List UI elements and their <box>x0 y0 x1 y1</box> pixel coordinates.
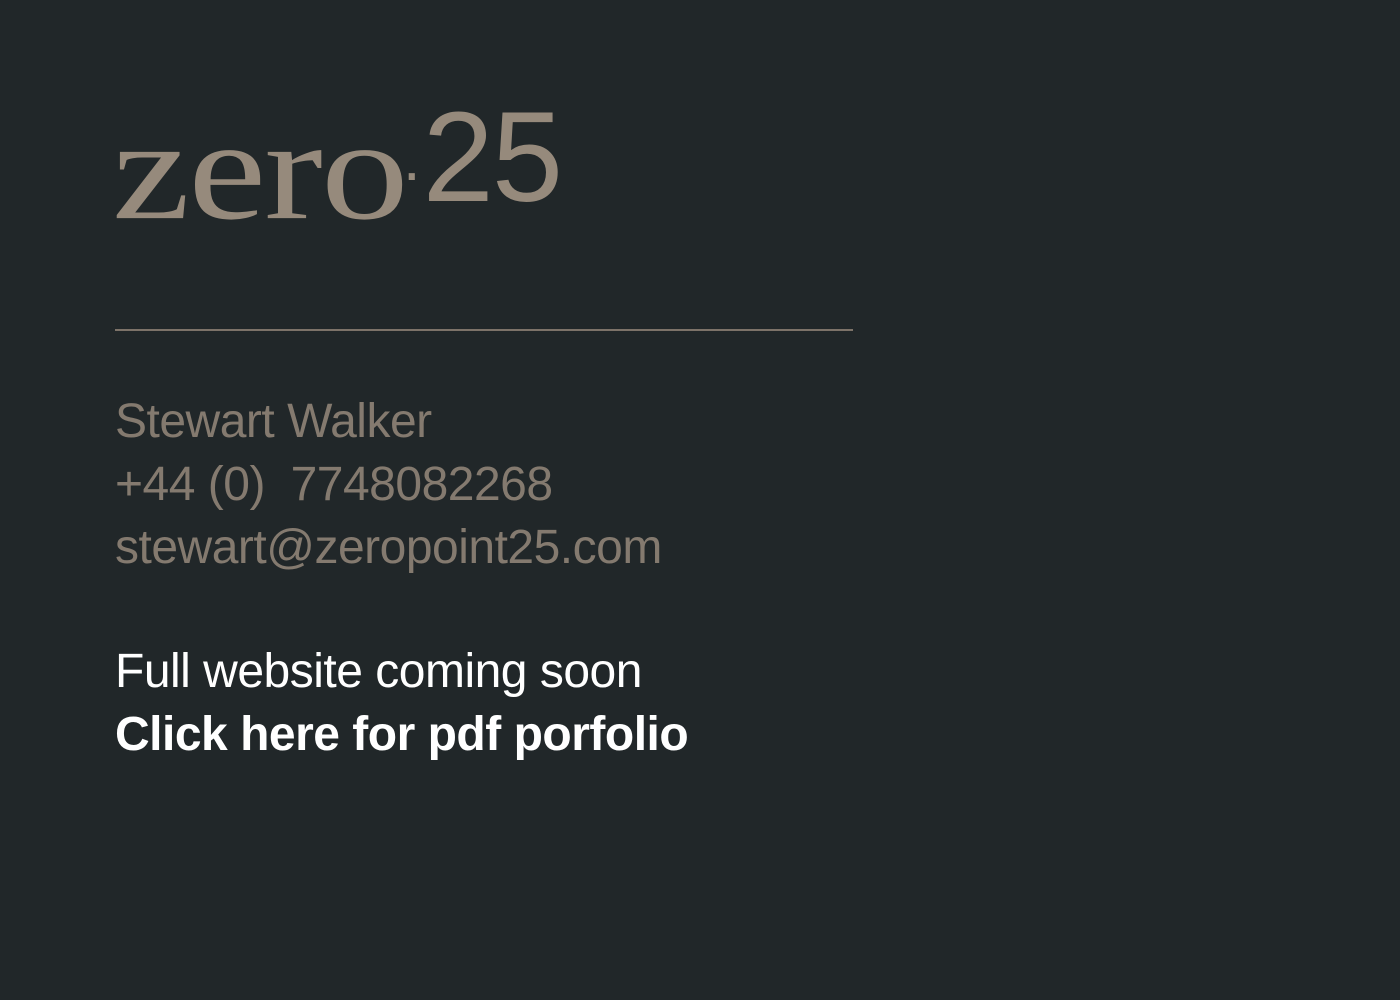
contact-name: Stewart Walker <box>115 395 432 448</box>
cta-block: Full website coming soon Click here for … <box>115 640 689 766</box>
contact-email-link[interactable]: stewart@zeropoint25.com <box>115 521 662 574</box>
coming-soon-text: Full website coming soon <box>115 645 642 698</box>
brand-logo: zero.25 <box>112 86 563 251</box>
logo-word: zero <box>112 90 409 251</box>
logo-number: 25 <box>422 86 563 229</box>
pdf-portfolio-link[interactable]: Click here for pdf porfolio <box>115 703 689 766</box>
divider <box>115 329 853 331</box>
contact-phone: +44 (0) 7748082268 <box>115 458 553 511</box>
contact-block: Stewart Walker +44 (0) 7748082268 stewar… <box>115 390 662 579</box>
